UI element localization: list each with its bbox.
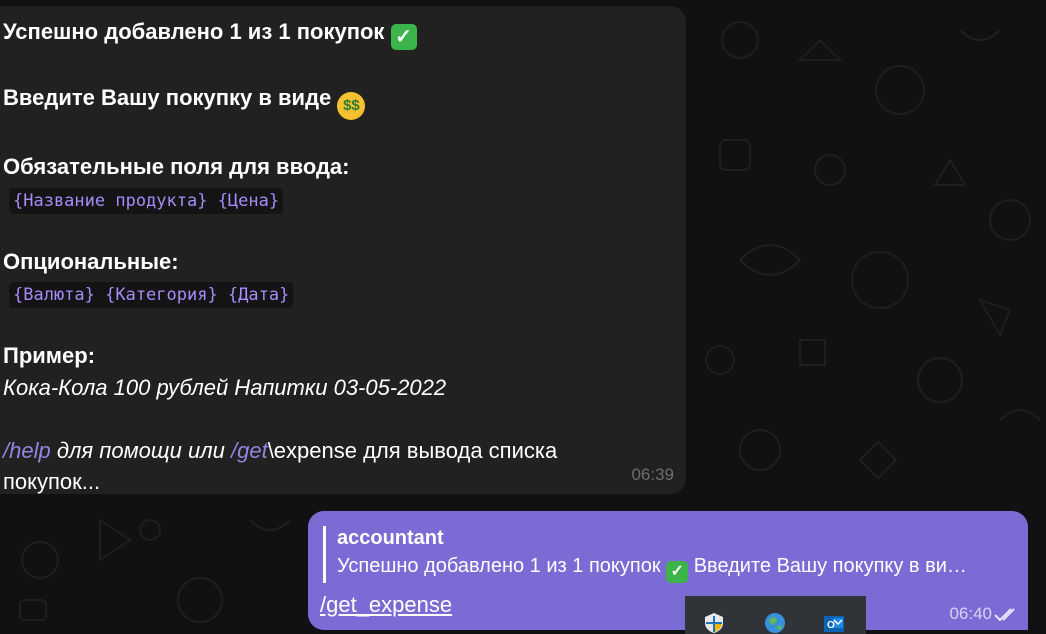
help-line: /help для помощи или /get\expense для вы… bbox=[3, 437, 558, 463]
double-check-icon bbox=[994, 608, 1015, 622]
money-mouth-emoji-icon: $$ bbox=[337, 91, 366, 120]
check-mark-emoji-icon: ✓ bbox=[390, 24, 417, 50]
outlook-icon[interactable]: O bbox=[823, 612, 845, 634]
message-time: 06:39 bbox=[631, 464, 674, 484]
success-line: Успешно добавлено 1 из 1 покупок ✓ bbox=[3, 16, 686, 50]
optional-fields-title: Опциональные: bbox=[3, 248, 179, 274]
example-text: Кока-Кола 100 рублей Напитки 03-05-2022 bbox=[3, 374, 447, 400]
help-command-link[interactable]: /help bbox=[3, 438, 51, 463]
message-time: 06:40 bbox=[949, 604, 992, 623]
incoming-message-bubble: Успешно добавлено 1 из 1 покупок ✓ Введи… bbox=[0, 6, 686, 494]
prompt-line: Введите Вашу покупку в виде $$ bbox=[3, 82, 686, 120]
get-command-link[interactable]: /get bbox=[231, 438, 268, 463]
example-title: Пример: bbox=[3, 343, 96, 368]
outgoing-message-bubble: accountant Успешно добавлено 1 из 1 поку… bbox=[308, 511, 1028, 630]
reply-quote[interactable]: accountant Успешно добавлено 1 из 1 поку… bbox=[323, 526, 1013, 583]
required-fields-title: Обязательные поля для ввода: bbox=[3, 154, 350, 179]
globe-icon[interactable] bbox=[764, 612, 786, 634]
taskbar-tray: O bbox=[685, 596, 866, 634]
last-line: покупок... bbox=[3, 469, 101, 494]
check-mark-emoji-icon: ✓ bbox=[666, 561, 689, 583]
svg-text:O: O bbox=[827, 620, 835, 631]
get-expense-command-link[interactable]: /get_expense bbox=[320, 592, 452, 618]
reply-preview-text: Успешно добавлено 1 из 1 покупок ✓ Введи… bbox=[337, 551, 1013, 583]
required-fields-code[interactable]: {Название продукта} {Цена} bbox=[9, 187, 284, 214]
optional-fields-code[interactable]: {Валюта} {Категория} {Дата} bbox=[9, 282, 294, 308]
reply-author: accountant bbox=[337, 527, 444, 549]
shield-icon[interactable] bbox=[703, 612, 725, 634]
